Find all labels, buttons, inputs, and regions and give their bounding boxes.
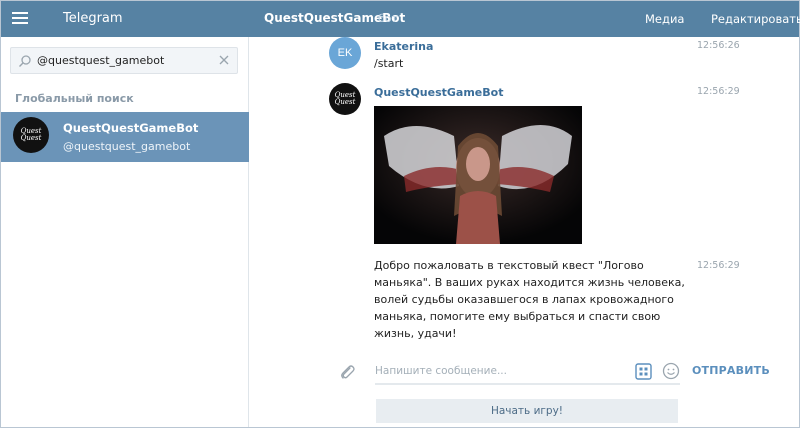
message-photo[interactable] bbox=[374, 106, 582, 244]
message-text: Добро пожаловать в текстовый квест "Лого… bbox=[374, 259, 685, 340]
avatar: Quest Quest bbox=[13, 117, 49, 153]
edit-button[interactable]: Редактировать bbox=[711, 12, 800, 26]
media-button[interactable]: Медиа bbox=[645, 12, 684, 26]
message: EK Ekaterina /start 12:56:26 bbox=[250, 37, 799, 77]
result-name: QuestQuestGameBot bbox=[63, 121, 199, 135]
photo-image bbox=[374, 106, 582, 244]
sidebar: Глобальный поиск Quest Quest QuestQuestG… bbox=[1, 37, 249, 427]
search-box bbox=[10, 47, 238, 74]
start-game-button[interactable]: Начать игру! bbox=[376, 399, 678, 423]
app-title: Telegram bbox=[63, 11, 123, 26]
bot-logo: Quest Quest bbox=[334, 91, 356, 106]
search-result-item[interactable]: Quest Quest QuestQuestGameBot @questques… bbox=[1, 112, 249, 162]
send-button[interactable]: ОТПРАВИТЬ bbox=[692, 364, 770, 377]
top-bar: Telegram QuestQuestGameBot бот Медиа Ред… bbox=[1, 1, 800, 37]
message-time: 12:56:29 bbox=[697, 86, 740, 97]
message-author[interactable]: Ekaterina bbox=[374, 40, 433, 53]
telegram-window: Telegram QuestQuestGameBot бот Медиа Ред… bbox=[0, 0, 800, 428]
attach-icon[interactable] bbox=[338, 363, 356, 381]
avatar[interactable]: EK bbox=[329, 37, 361, 69]
bot-logo: Quest Quest bbox=[20, 127, 42, 142]
message: Добро пожаловать в текстовый квест "Лого… bbox=[250, 257, 799, 347]
avatar[interactable]: Quest Quest bbox=[329, 83, 361, 115]
search-input[interactable] bbox=[33, 48, 213, 73]
search-icon bbox=[19, 55, 31, 67]
menu-icon[interactable] bbox=[9, 9, 31, 29]
message-time: 12:56:29 bbox=[697, 260, 740, 271]
chat-subtitle: бот bbox=[378, 12, 398, 25]
global-search-label: Глобальный поиск bbox=[15, 92, 134, 105]
clear-icon[interactable] bbox=[218, 54, 230, 66]
result-username: @questquest_gamebot bbox=[63, 140, 191, 153]
message-time: 12:56:26 bbox=[697, 40, 740, 51]
message-text: /start bbox=[374, 57, 404, 70]
emoji-icon[interactable] bbox=[662, 362, 680, 380]
message-author[interactable]: QuestQuestGameBot bbox=[374, 86, 503, 99]
keyboard-icon[interactable] bbox=[635, 363, 652, 380]
